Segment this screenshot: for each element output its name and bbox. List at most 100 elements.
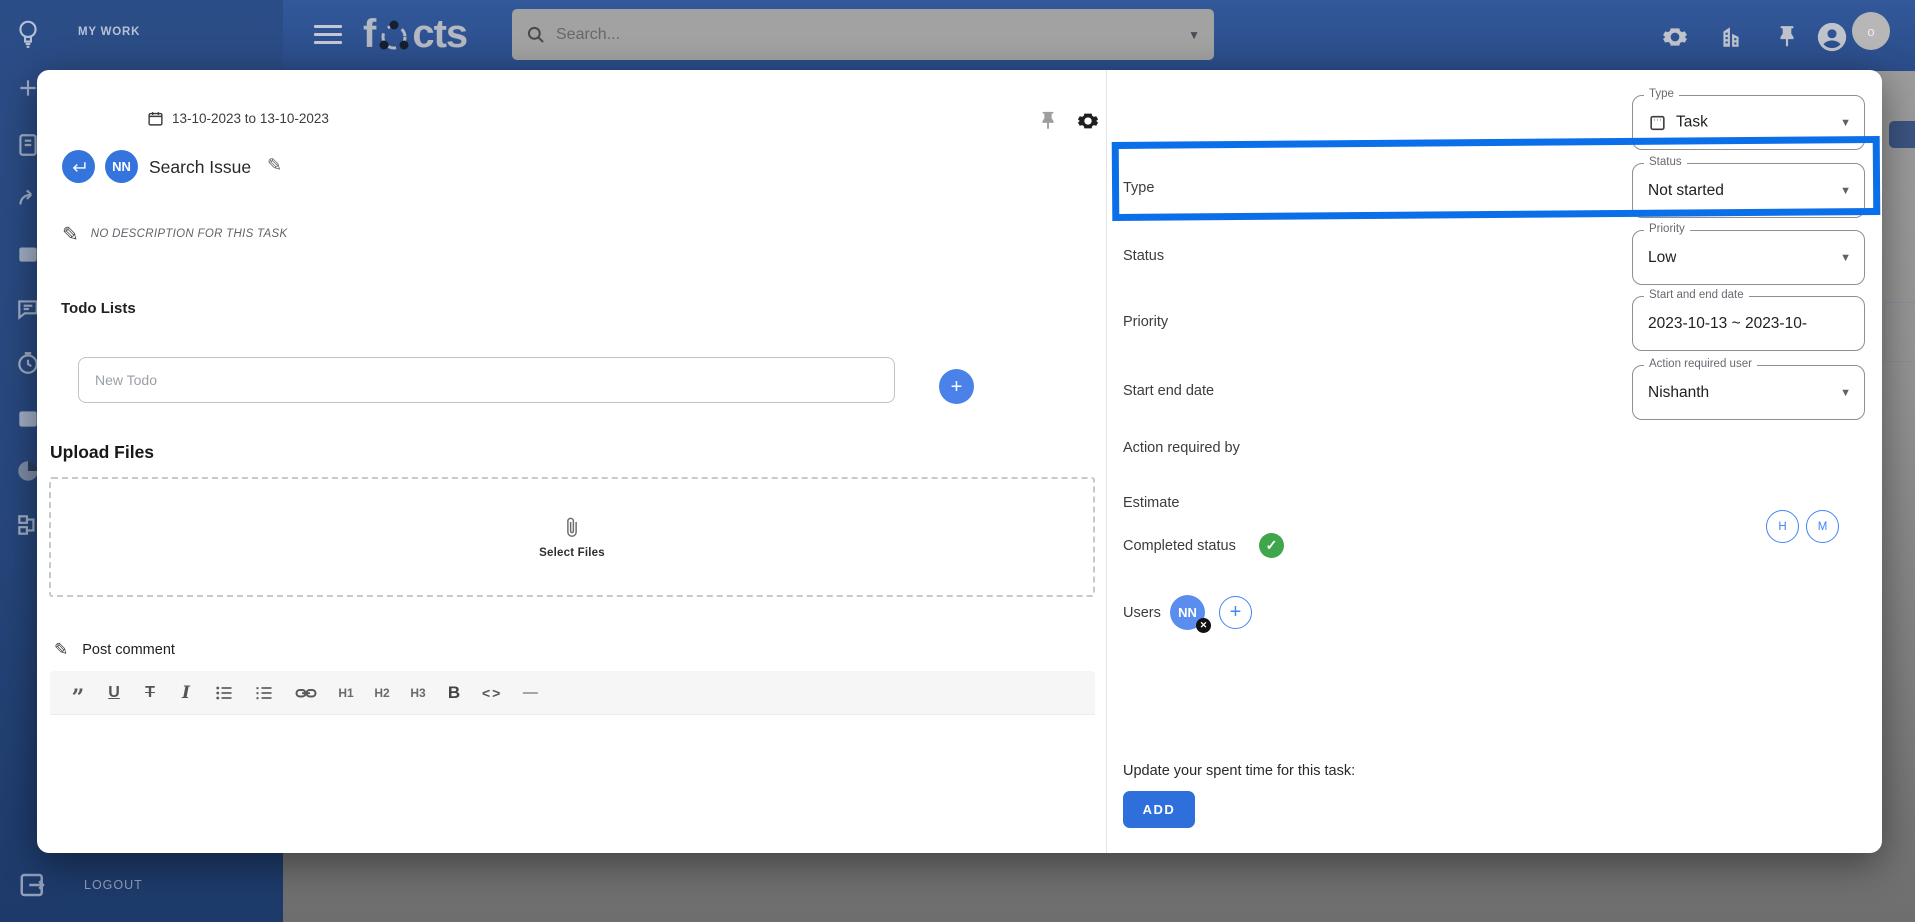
task-date-range: 13-10-2023 to 13-10-2023 — [147, 110, 329, 127]
calendar-icon — [147, 110, 164, 127]
type-field-label: Type — [1644, 88, 1679, 100]
screen: MY WORK LOGOUT f cts Search... ▼ o 13-10… — [0, 0, 1915, 922]
search-icon — [526, 25, 546, 45]
settings-icon[interactable] — [1662, 24, 1688, 50]
search-placeholder: Search... — [556, 25, 621, 43]
back-arrow-icon — [70, 158, 87, 175]
no-description-text: NO DESCRIPTION FOR THIS TASK — [90, 228, 288, 240]
user-chip-text: NN — [1178, 605, 1197, 620]
completed-status-label: Completed status — [1123, 538, 1236, 554]
company-icon[interactable] — [1718, 24, 1744, 50]
bullet-list-icon[interactable] — [208, 678, 240, 708]
menu-icon[interactable] — [314, 25, 342, 49]
task-settings-gear-icon[interactable] — [1077, 110, 1099, 132]
pin-task-icon[interactable] — [1037, 110, 1059, 132]
x-glyph: ✕ — [1199, 620, 1208, 630]
paperclip-icon — [561, 515, 583, 541]
plus-icon: + — [1229, 601, 1242, 623]
priority-select[interactable]: Priority Low ▼ — [1632, 223, 1865, 285]
add-todo-button[interactable]: + — [939, 369, 974, 404]
type-label: Type — [1123, 180, 1155, 196]
plus-icon: + — [950, 375, 963, 398]
logout-icon — [18, 870, 48, 900]
add-user-button[interactable]: + — [1219, 596, 1252, 629]
completed-check-icon[interactable]: ✓ — [1259, 533, 1284, 558]
logout-button[interactable]: LOGOUT — [18, 870, 143, 900]
edit-description-icon[interactable]: ✎ — [62, 222, 79, 247]
priority-label: Priority — [1123, 314, 1169, 330]
user-avatar-text: o — [1867, 23, 1875, 39]
logo-text-left: f — [363, 12, 376, 56]
edit-comment-icon[interactable]: ✎ — [54, 640, 68, 660]
blockquote-icon[interactable]: ” — [64, 678, 92, 709]
h3-icon[interactable]: H3 — [404, 678, 432, 708]
h1-icon[interactable]: H1 — [332, 678, 360, 708]
type-select[interactable]: Type Task ▼ — [1632, 88, 1865, 150]
logo-ring-icon — [377, 18, 411, 54]
add-spent-time-button[interactable]: ADD — [1123, 791, 1195, 828]
type-value: Task — [1676, 113, 1708, 131]
file-dropzone[interactable]: Select Files — [49, 477, 1095, 597]
todo-lists-heading: Todo Lists — [61, 300, 136, 317]
bold-icon[interactable]: B — [440, 678, 468, 708]
logout-label: LOGOUT — [84, 878, 143, 892]
account-icon[interactable] — [1815, 20, 1849, 54]
lightbulb-icon — [14, 17, 42, 51]
italic-icon[interactable]: I — [172, 678, 200, 708]
check-glyph: ✓ — [1265, 537, 1278, 553]
new-todo-input[interactable] — [78, 357, 895, 403]
chevron-down-icon: ▼ — [1840, 116, 1851, 129]
strikethrough-icon[interactable]: T — [136, 678, 164, 708]
task-title: Search Issue — [149, 157, 252, 177]
estimate-label: Estimate — [1123, 495, 1180, 511]
ordered-list-icon[interactable] — [248, 678, 280, 708]
status-label: Status — [1123, 248, 1165, 264]
dates-label: Start end date — [1123, 383, 1215, 399]
users-label: Users — [1123, 605, 1161, 621]
link-icon[interactable] — [288, 678, 324, 708]
underline-icon[interactable]: U — [100, 678, 128, 708]
comment-editor[interactable] — [50, 714, 1095, 853]
priority-field-label: Priority — [1644, 223, 1690, 235]
task-detail-modal: 13-10-2023 to 13-10-2023 NN Search Issue… — [37, 70, 1882, 853]
status-value: Not started — [1648, 181, 1724, 199]
estimate-hours-button[interactable]: H — [1766, 510, 1799, 543]
hours-label: H — [1778, 520, 1787, 533]
spent-time-prompt: Update your spent time for this task: — [1123, 763, 1356, 779]
background-button-fragment — [1889, 121, 1915, 148]
select-files-label: Select Files — [539, 547, 605, 559]
search-dropdown-caret-icon[interactable]: ▼ — [1188, 28, 1200, 42]
date-range-field[interactable]: Start and end date 2023-10-13 ~ 2023-10- — [1632, 289, 1865, 351]
post-comment-label: Post comment — [82, 642, 175, 658]
action-required-value: Nishanth — [1648, 383, 1710, 401]
edit-title-icon[interactable]: ✎ — [267, 155, 282, 176]
action-required-select[interactable]: Action required user Nishanth ▼ — [1632, 358, 1865, 420]
global-search[interactable]: Search... ▼ — [512, 9, 1214, 60]
back-button[interactable] — [62, 150, 95, 183]
dates-value: 2023-10-13 ~ 2023-10- — [1648, 314, 1807, 332]
user-chip[interactable]: NN ✕ — [1170, 595, 1211, 633]
date-range-text: 13-10-2023 to 13-10-2023 — [172, 111, 329, 126]
status-select[interactable]: Status Not started ▼ — [1632, 156, 1865, 218]
horizontal-rule-icon[interactable]: — — [516, 678, 544, 708]
h2-icon[interactable]: H2 — [368, 678, 396, 708]
background-card-fragment — [1884, 302, 1915, 362]
chevron-down-icon: ▼ — [1840, 184, 1851, 197]
user-avatar[interactable]: o — [1852, 12, 1890, 50]
post-comment-heading: ✎ Post comment — [54, 640, 175, 660]
chevron-down-icon: ▼ — [1840, 386, 1851, 399]
status-field-label: Status — [1644, 156, 1687, 168]
assignee-avatar[interactable]: NN — [105, 150, 138, 183]
code-icon[interactable]: <> — [476, 678, 508, 708]
logo-text-right: cts — [412, 12, 468, 56]
action-required-label: Action required by — [1123, 440, 1240, 456]
comment-toolbar: ” U T I H1 H2 H3 B <> — — [50, 671, 1095, 714]
priority-value: Low — [1648, 248, 1677, 266]
remove-user-icon[interactable]: ✕ — [1196, 618, 1211, 633]
estimate-minutes-button[interactable]: M — [1806, 510, 1839, 543]
pin-icon[interactable] — [1774, 24, 1800, 50]
assignee-avatar-text: NN — [112, 159, 131, 174]
description-row: ✎ NO DESCRIPTION FOR THIS TASK — [62, 222, 287, 247]
task-type-icon — [1648, 113, 1667, 132]
column-divider — [1106, 70, 1107, 853]
